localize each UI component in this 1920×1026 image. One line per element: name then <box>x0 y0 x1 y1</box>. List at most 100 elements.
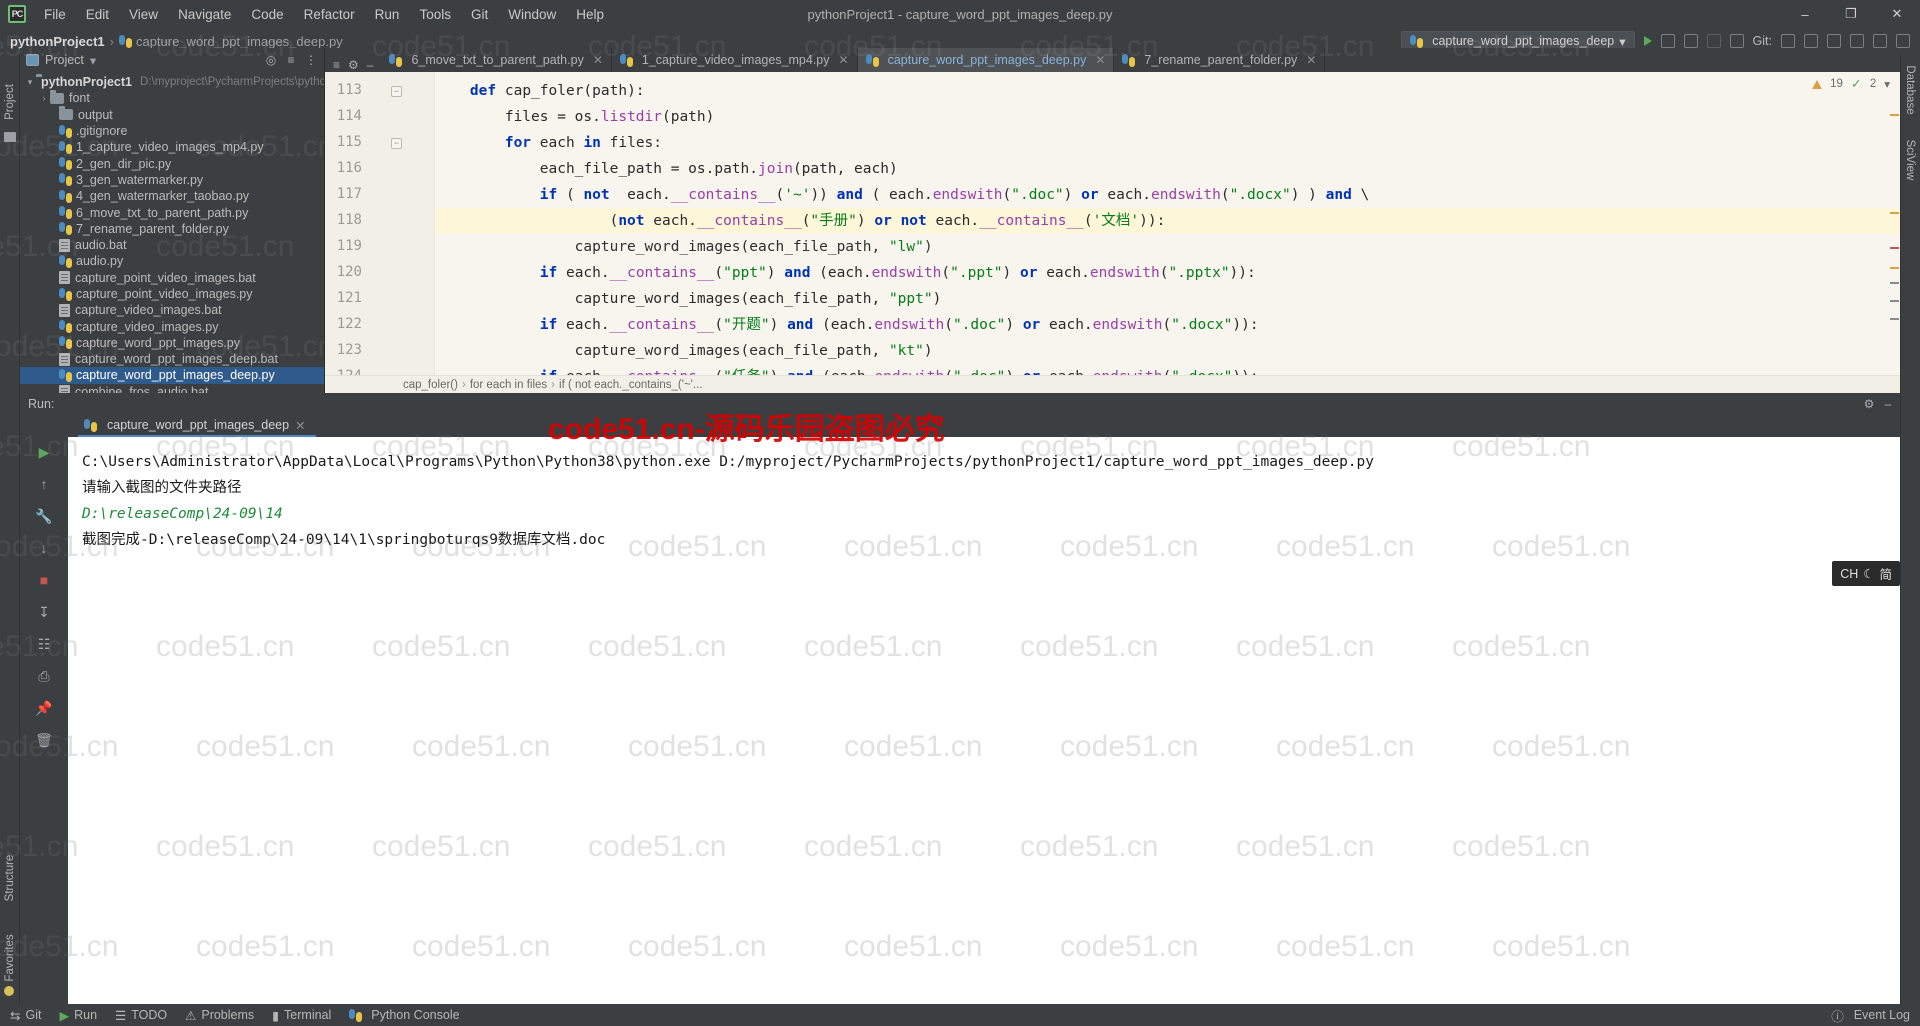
menu-item-window[interactable]: Window <box>498 3 566 26</box>
chevron-down-icon[interactable]: ▾ <box>1619 34 1625 49</box>
tree-row[interactable]: capture_word_ppt_images_deep.bat <box>20 351 324 367</box>
code-line[interactable]: if each.__contains__("ppt") and (each.en… <box>435 260 1256 286</box>
tree-row[interactable]: output <box>20 106 324 123</box>
editor-tab[interactable]: 6_move_txt_to_parent_path.py ✕ <box>381 48 612 72</box>
search-icon[interactable] <box>1729 34 1744 48</box>
code-line[interactable]: if each.__contains__("任务") and (each.end… <box>435 364 1259 375</box>
window-controls[interactable]: – ❐ ✕ <box>1782 0 1920 28</box>
tool-tab-favorites[interactable]: Favorites <box>4 930 16 986</box>
tree-row[interactable]: capture_point_video_images.bat <box>20 270 324 286</box>
git-push-icon[interactable] <box>1827 34 1841 48</box>
tree-row[interactable]: audio.bat <box>20 237 324 253</box>
tree-row[interactable]: 1_capture_video_images_mp4.py <box>20 139 324 155</box>
favorites-star-icon[interactable] <box>4 986 14 996</box>
menu-item-git[interactable]: Git <box>461 3 498 26</box>
main-menu[interactable]: File Edit View Navigate Code Refactor Ru… <box>34 3 614 26</box>
editor-tab-bar[interactable]: ≡ ⚙ –6_move_txt_to_parent_path.py ✕ 1_captur… <box>325 48 1900 72</box>
editor-collapse-icon[interactable]: ≡ <box>333 58 340 72</box>
menu-item-tools[interactable]: Tools <box>409 3 461 26</box>
tree-row[interactable]: 7_rename_parent_folder.py <box>20 221 324 237</box>
close-button[interactable]: ✕ <box>1874 0 1920 28</box>
code-line[interactable]: capture_word_images(each_file_path, "lw"… <box>435 234 933 260</box>
tree-row[interactable]: capture_video_images.bat <box>20 302 324 318</box>
stop-icon[interactable]: ■ <box>35 571 53 589</box>
git-commit-icon[interactable] <box>1804 34 1818 48</box>
run-tab[interactable]: capture_word_ppt_images_deep ✕ <box>78 415 316 437</box>
git-update-icon[interactable] <box>1781 34 1795 48</box>
code-breadcrumb-item[interactable]: if ( not each._contains_('~'... <box>559 379 702 391</box>
target-icon[interactable]: ◎ <box>264 53 278 67</box>
chevron-right-icon[interactable]: › <box>38 93 50 103</box>
project-panel-caret-icon[interactable]: ▾ <box>90 53 96 68</box>
editor-tab[interactable]: 7_rename_parent_folder.py ✕ <box>1114 48 1326 72</box>
run-tab-close-icon[interactable]: ✕ <box>295 418 305 433</box>
status-item-terminal[interactable]: ▮ Terminal <box>272 1008 331 1023</box>
chevron-down-icon[interactable]: ▾ <box>24 77 36 88</box>
menu-item-run[interactable]: Run <box>365 3 410 26</box>
code-breadcrumb-item[interactable]: cap_foler() <box>403 379 458 391</box>
close-icon[interactable]: ✕ <box>1095 53 1105 67</box>
wrench-icon[interactable]: 🔧 <box>35 507 53 525</box>
code-line[interactable]: if ( not each.__contains__('~')) and ( e… <box>435 182 1370 208</box>
code-line[interactable]: each_file_path = os.path.join(path, each… <box>435 156 898 182</box>
console-toolbar[interactable]: ▶ ↑ 🔧 ↓ ■ ↧ ☷ ⎙ 📌 🗑 <box>20 437 68 1004</box>
stop-icon[interactable] <box>1706 34 1721 48</box>
status-item-event-log[interactable]: ⓘ Event Log <box>1831 1006 1910 1025</box>
print-icon[interactable]: ⎙ <box>35 667 53 685</box>
status-item-git[interactable]: ⇆ Git <box>10 1008 41 1023</box>
minimize-button[interactable]: – <box>1782 0 1828 28</box>
tree-row[interactable]: 6_move_txt_to_parent_path.py <box>20 204 324 220</box>
menu-item-code[interactable]: Code <box>241 3 293 26</box>
project-file-tree[interactable]: ▾ pythonProject1 D:\myproject\PycharmProje… <box>20 72 324 393</box>
tool-tab-project[interactable]: Project <box>4 74 16 130</box>
trash-icon[interactable]: 🗑 <box>35 731 53 749</box>
scroll-down-icon[interactable]: ↓ <box>35 539 53 557</box>
tree-row[interactable]: audio.py <box>20 253 324 269</box>
tool-tab-database[interactable]: Database <box>1904 58 1916 122</box>
code-fold-toggle-icon[interactable]: − <box>391 138 402 149</box>
gear-icon[interactable] <box>1896 34 1910 48</box>
project-folder-icon[interactable] <box>4 132 16 142</box>
code-line[interactable]: def cap_foler(path): <box>435 78 645 104</box>
inspection-chevron-icon[interactable]: ▾ <box>1884 77 1890 91</box>
rerun-icon[interactable]: ▶ <box>35 443 53 461</box>
tree-row[interactable]: capture_point_video_images.py <box>20 286 324 302</box>
maximize-button[interactable]: ❐ <box>1828 0 1874 28</box>
tree-row-root[interactable]: ▾ pythonProject1 D:\myproject\PycharmProje… <box>20 73 324 90</box>
editor-gutter[interactable]: 113 − 114 115 − 116 117 118 119 120 121 122 123 124 <box>325 72 435 375</box>
menu-item-refactor[interactable]: Refactor <box>294 3 365 26</box>
tree-row[interactable]: capture_video_images.py <box>20 318 324 334</box>
console-output[interactable]: C:\Users\Administrator\AppData\Local\Pro… <box>68 437 1900 1004</box>
undo-icon[interactable] <box>1850 34 1864 48</box>
editor-minimize-icon[interactable]: – <box>367 58 374 72</box>
code-line[interactable]: (not each.__contains__("手册") or not each… <box>435 208 1166 234</box>
run-panel-gear-icon[interactable]: ⚙ <box>1862 397 1876 411</box>
tree-row[interactable]: › font <box>20 89 324 106</box>
tree-row[interactable]: 4_gen_watermarker_taobao.py <box>20 188 324 204</box>
scroll-up-icon[interactable]: ↑ <box>35 475 53 493</box>
collapse-all-icon[interactable]: ≡ <box>284 53 298 67</box>
tool-tab-sciview[interactable]: SciView <box>1904 128 1916 192</box>
tree-row[interactable]: .gitignore <box>20 123 324 139</box>
code-text-area[interactable]: def cap_foler(path): files = os.listdir(… <box>435 72 1900 375</box>
tool-tab-structure[interactable]: Structure <box>4 850 16 906</box>
run-panel-minimize-icon[interactable]: – <box>1885 397 1900 411</box>
code-line[interactable]: capture_word_images(each_file_path, "kt"… <box>435 338 933 364</box>
inspection-widget[interactable]: 19 ✓ 2 ▾ <box>1812 76 1890 92</box>
status-item-problems[interactable]: ⚠ Problems <box>185 1008 254 1023</box>
breadcrumb-project[interactable]: pythonProject1 <box>10 34 105 49</box>
tree-row[interactable]: combine_fros_audio.bat <box>20 384 324 393</box>
code-line[interactable]: capture_word_images(each_file_path, "ppt… <box>435 286 942 312</box>
close-icon[interactable]: ✕ <box>593 53 603 67</box>
layout-icon[interactable]: ☷ <box>35 635 53 653</box>
tree-row[interactable]: 2_gen_dir_pic.py <box>20 155 324 171</box>
menu-item-help[interactable]: Help <box>566 3 614 26</box>
breadcrumb-file[interactable]: capture_word_ppt_images_deep.py <box>136 34 343 49</box>
debug-bug-icon[interactable] <box>1660 34 1675 48</box>
close-icon[interactable]: ✕ <box>839 53 849 67</box>
panel-settings-icon[interactable]: ⋮ <box>304 53 318 67</box>
editor-tab[interactable]: 1_capture_video_images_mp4.py ✕ <box>612 48 858 72</box>
code-line[interactable]: for each in files: <box>435 130 662 156</box>
menu-item-edit[interactable]: Edit <box>76 3 119 26</box>
profile-icon[interactable] <box>1683 34 1698 48</box>
